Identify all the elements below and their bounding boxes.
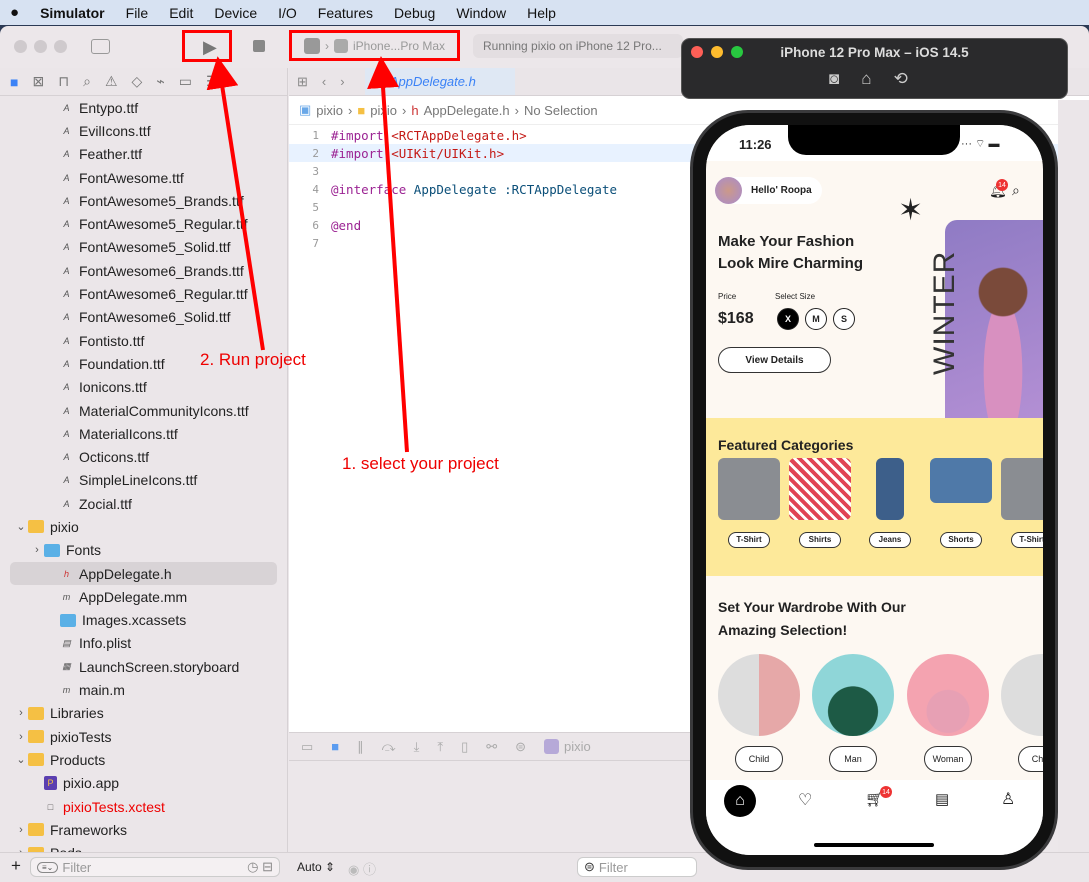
annotation-arrows — [206, 56, 409, 453]
run-arrow — [206, 56, 265, 351]
run-annotation: 2. Run project — [200, 350, 306, 369]
select-annotation: 1. select your project — [342, 454, 499, 473]
select-arrow — [367, 56, 409, 453]
